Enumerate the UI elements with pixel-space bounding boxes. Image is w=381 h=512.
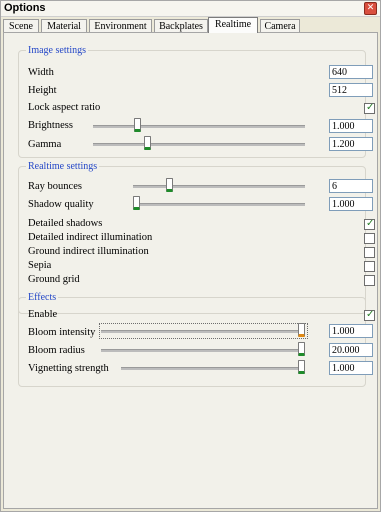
- realtime-panel: Image settings Width 640 Height 512 Lock…: [3, 32, 378, 509]
- bloom-radius-slider-track[interactable]: [101, 349, 305, 352]
- group-title: Image settings: [26, 45, 89, 56]
- tab-environment[interactable]: Environment: [89, 19, 152, 32]
- bloom-intensity-input[interactable]: 1.000: [329, 324, 373, 338]
- shadow-quality-input[interactable]: 1.000: [329, 197, 373, 211]
- window-title: Options: [4, 2, 46, 14]
- lock-aspect-checkbox[interactable]: [364, 102, 375, 114]
- bloom-intensity-label: Bloom intensity: [28, 327, 96, 338]
- gamma-input[interactable]: 1.200: [329, 137, 373, 151]
- tab-camera[interactable]: Camera: [260, 19, 300, 32]
- brightness-slider-thumb[interactable]: [134, 118, 141, 132]
- ray-bounces-label: Ray bounces: [28, 181, 82, 192]
- width-label: Width: [28, 67, 54, 78]
- options-window: Options ✕ Scene Material Environment Bac…: [0, 0, 381, 512]
- ray-bounces-slider-thumb[interactable]: [166, 178, 173, 192]
- sepia-label: Sepia: [28, 260, 52, 271]
- bloom-intensity-slider-thumb[interactable]: [298, 323, 305, 337]
- tab-realtime[interactable]: Realtime: [208, 17, 258, 33]
- group-title: Effects: [26, 292, 59, 303]
- height-input[interactable]: 512: [329, 83, 373, 97]
- gamma-slider-thumb[interactable]: [144, 136, 152, 150]
- shadow-quality-slider-track[interactable]: [133, 203, 305, 206]
- bloom-radius-label: Bloom radius: [28, 345, 85, 356]
- realtime-settings-group: Realtime settings Ray bounces 6 Shadow q…: [18, 161, 375, 314]
- bloom-intensity-slider-track[interactable]: [101, 330, 305, 333]
- vignetting-slider-track[interactable]: [121, 367, 305, 370]
- height-label: Height: [28, 85, 57, 96]
- gamma-label: Gamma: [28, 139, 62, 150]
- bloom-radius-slider-thumb[interactable]: [298, 342, 305, 356]
- tab-backplates[interactable]: Backplates: [154, 19, 208, 32]
- bloom-radius-input[interactable]: 20.000: [329, 343, 373, 357]
- vignetting-label: Vignetting strength: [28, 363, 109, 374]
- group-title: Realtime settings: [26, 161, 100, 172]
- image-settings-group: Image settings Width 640 Height 512 Lock…: [18, 45, 375, 158]
- ground-indirect-label: Ground indirect illumination: [28, 246, 149, 257]
- lock-aspect-label: Lock aspect ratio: [28, 102, 101, 113]
- ray-bounces-input[interactable]: 6: [329, 179, 373, 193]
- brightness-slider-track[interactable]: [93, 125, 305, 128]
- detailed-indirect-label: Detailed indirect illumination: [28, 232, 153, 243]
- ray-bounces-slider-track[interactable]: [133, 185, 305, 188]
- vignetting-input[interactable]: 1.000: [329, 361, 373, 375]
- detailed-shadows-checkbox[interactable]: [364, 218, 375, 230]
- title-bar[interactable]: Options ✕: [1, 1, 380, 17]
- width-input[interactable]: 640: [329, 65, 373, 79]
- ground-indirect-checkbox[interactable]: [364, 247, 375, 258]
- detailed-shadows-label: Detailed shadows: [28, 218, 103, 229]
- enable-label: Enable: [28, 309, 58, 320]
- tab-material[interactable]: Material: [41, 19, 87, 32]
- effects-group: Effects Enable Bloom intensity 1.000 Blo…: [18, 292, 375, 387]
- shadow-quality-slider-thumb[interactable]: [133, 196, 140, 210]
- ground-grid-label: Ground grid: [28, 274, 80, 285]
- tab-scene[interactable]: Scene: [3, 19, 39, 32]
- gamma-slider-track[interactable]: [93, 143, 305, 146]
- brightness-input[interactable]: 1.000: [329, 119, 373, 133]
- brightness-label: Brightness: [28, 120, 73, 131]
- shadow-quality-label: Shadow quality: [28, 199, 94, 210]
- enable-checkbox[interactable]: [364, 309, 375, 321]
- close-icon[interactable]: ✕: [364, 2, 377, 15]
- vignetting-slider-thumb[interactable]: [298, 360, 305, 374]
- ground-grid-checkbox[interactable]: [364, 275, 375, 286]
- detailed-indirect-checkbox[interactable]: [364, 233, 375, 244]
- sepia-checkbox[interactable]: [364, 261, 375, 272]
